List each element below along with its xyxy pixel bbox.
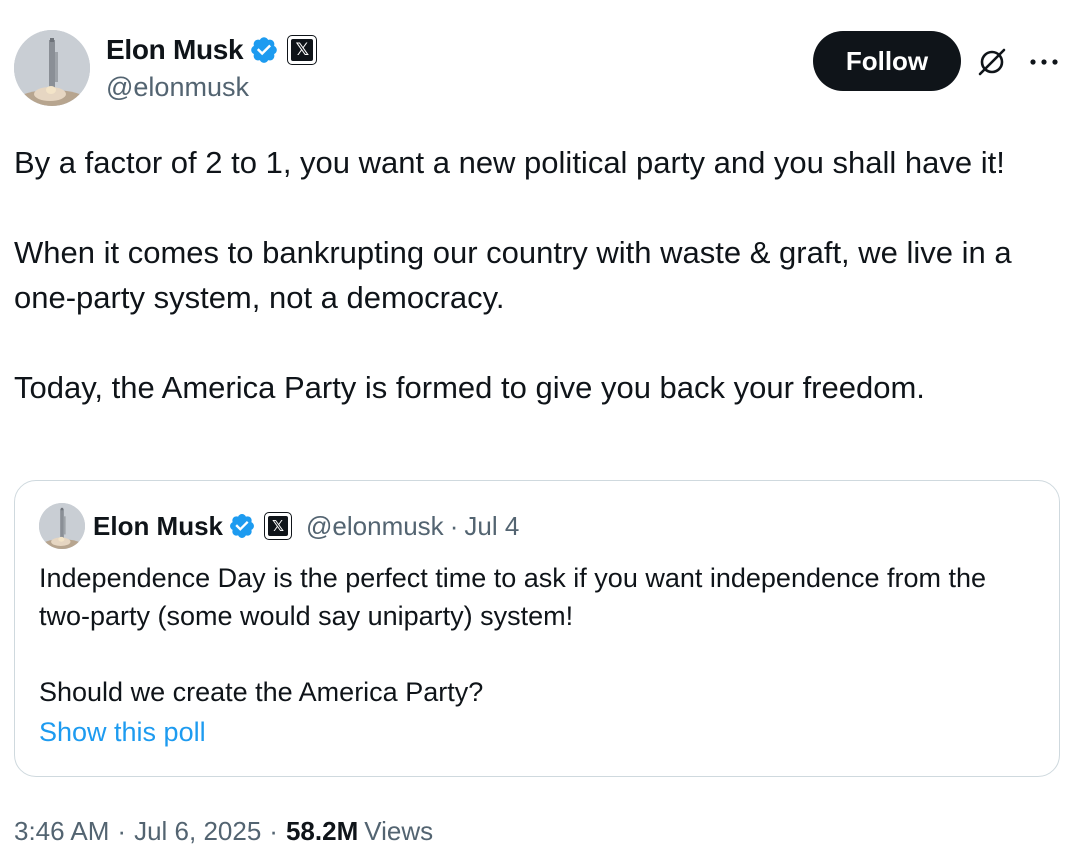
tweet-paragraph: When it comes to bankrupting our country… — [14, 235, 1012, 315]
separator-dot: · — [269, 815, 278, 846]
author-avatar[interactable] — [14, 30, 90, 106]
quoted-tweet-paragraph: Should we create the America Party? — [39, 677, 484, 707]
quoted-author-handle[interactable]: @elonmusk — [306, 511, 444, 542]
follow-button[interactable]: Follow — [813, 31, 961, 91]
quoted-author-avatar[interactable] — [39, 503, 85, 549]
quoted-tweet-text: Independence Day is the perfect time to … — [39, 559, 1039, 711]
more-options-icon[interactable] — [1028, 58, 1060, 66]
quoted-tweet-header: Elon Musk 𝕏 @elonmusk · Jul 4 — [93, 505, 519, 547]
tweet-paragraph: By a factor of 2 to 1, you want a new po… — [14, 145, 1005, 180]
tweet-paragraph: Today, the America Party is formed to gi… — [14, 370, 925, 405]
rocket-launch-icon — [39, 503, 85, 549]
author-name-row: Elon Musk 𝕏 — [106, 30, 318, 70]
separator-dot: · — [117, 815, 127, 846]
x-logo-glyph: 𝕏 — [291, 39, 314, 61]
verified-badge-icon — [230, 514, 254, 538]
x-logo-glyph: 𝕏 — [268, 516, 289, 536]
views-label: Views — [364, 815, 434, 846]
x-logo-icon[interactable]: 𝕏 — [287, 35, 318, 65]
rocket-launch-icon — [14, 30, 90, 106]
verified-badge-icon[interactable] — [249, 35, 279, 65]
quoted-tweet-paragraph: Independence Day is the perfect time to … — [39, 563, 987, 631]
tweet-time[interactable]: 3:46 AM — [14, 816, 109, 847]
grok-icon[interactable] — [976, 46, 1008, 78]
x-logo-icon: 𝕏 — [264, 512, 293, 540]
tweet-date[interactable]: Jul 6, 2025 — [134, 816, 261, 847]
tweet-text: By a factor of 2 to 1, you want a new po… — [14, 140, 1064, 410]
quoted-tweet-card[interactable]: Elon Musk 𝕏 @elonmusk · Jul 4 Independen… — [14, 480, 1060, 777]
author-display-name[interactable]: Elon Musk — [106, 34, 244, 66]
views-count[interactable]: 58.2M — [286, 816, 358, 847]
separator-dot: · — [449, 510, 459, 541]
tweet-metadata: 3:46 AM · Jul 6, 2025 · 58.2M Views — [14, 812, 433, 850]
quoted-tweet-date[interactable]: Jul 4 — [464, 511, 519, 542]
author-handle[interactable]: @elonmusk — [106, 72, 249, 103]
show-poll-link[interactable]: Show this poll — [39, 717, 206, 748]
quoted-author-name[interactable]: Elon Musk — [93, 511, 223, 542]
